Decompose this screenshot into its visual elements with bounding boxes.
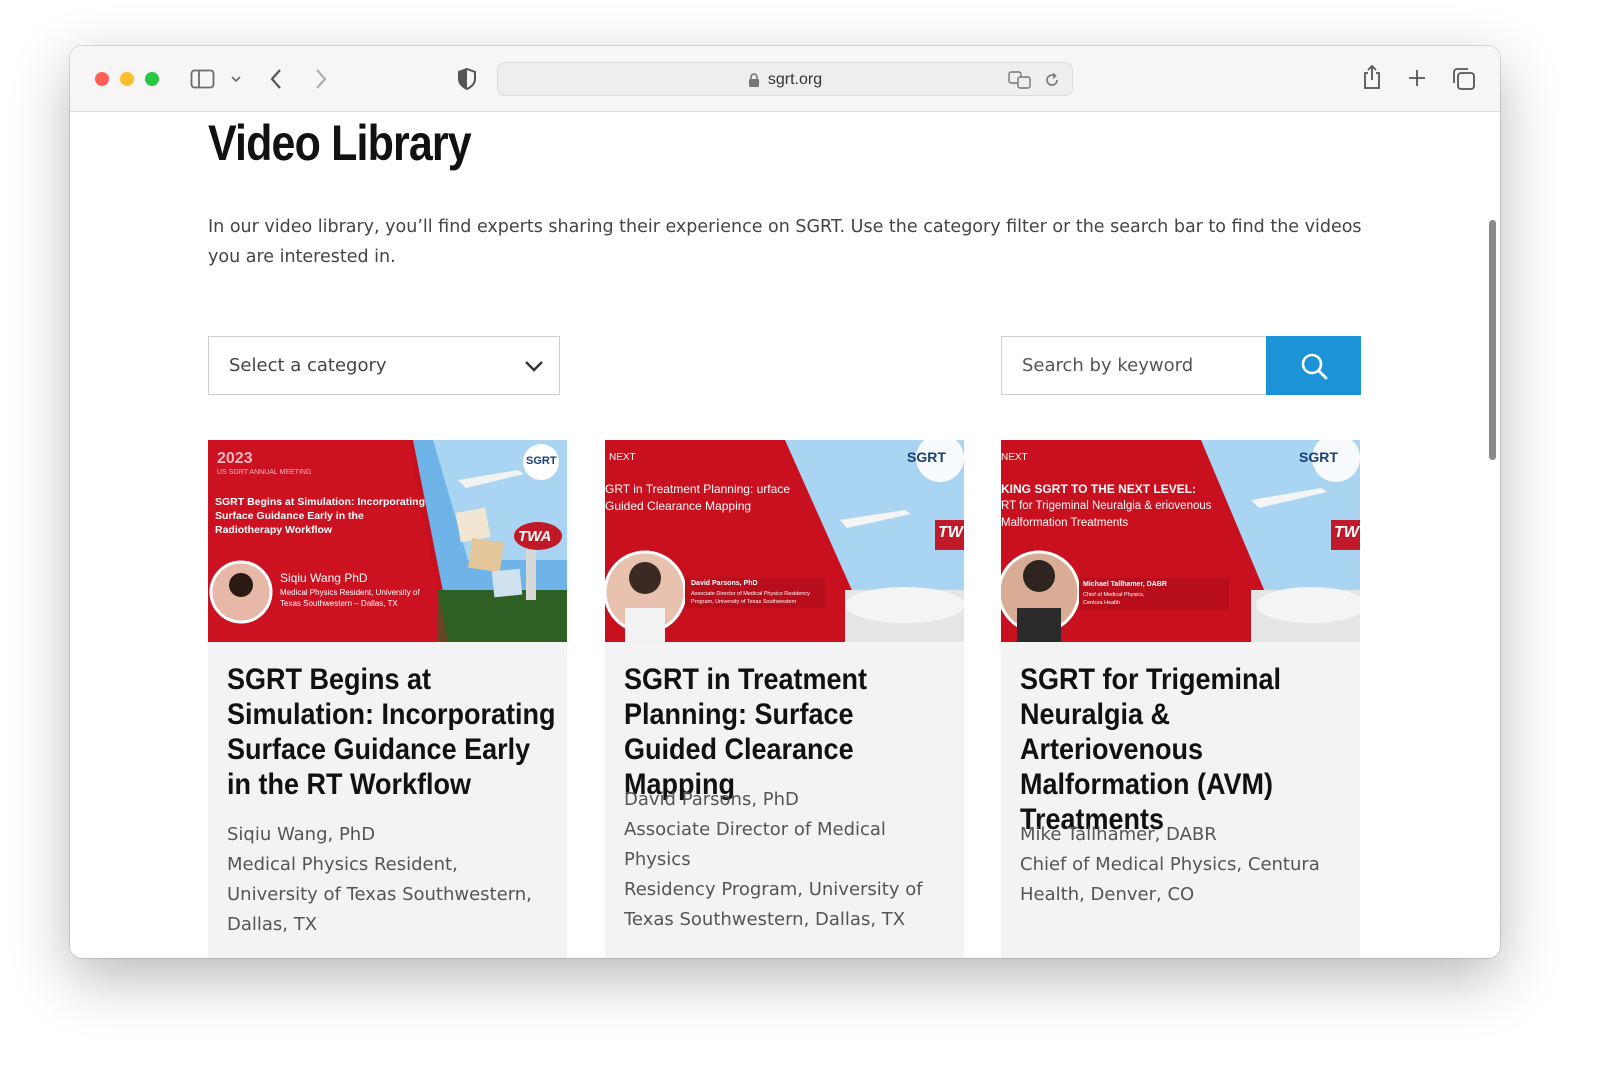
minimize-window-button[interactable] (120, 72, 134, 86)
sgrt-logo: SGRT (1299, 449, 1338, 465)
search-input[interactable] (1001, 336, 1267, 395)
speaker-role-line: Chief of Medical Physics, Centura (1020, 854, 1320, 875)
twa-sign: TW (1334, 524, 1359, 541)
close-window-button[interactable] (95, 72, 109, 86)
translate-icon[interactable] (1008, 71, 1032, 89)
tab-overview-icon[interactable] (1452, 67, 1476, 91)
twa-sign: TW (938, 524, 963, 541)
video-card[interactable]: 2023 US SGRT ANNUAL MEETING SGRT Begins … (208, 440, 567, 958)
thumbnail-speaker-role: Chief of Medical Physics, Centura Health (1083, 592, 1145, 606)
speaker-role-line: Health, Denver, CO (1020, 884, 1195, 905)
speaker-name: Siqiu Wang, PhD (227, 824, 376, 845)
speaker-name: David Parsons, PhD (624, 789, 799, 810)
video-title[interactable]: SGRT Begins at Simulation: Incorporating… (227, 662, 556, 802)
chevron-down-icon (525, 361, 543, 372)
reload-icon[interactable] (1044, 72, 1060, 88)
twa-sign: TWA (518, 528, 552, 545)
thumbnail-speaker: Michael Tallhamer, DABR (1083, 581, 1167, 588)
video-meta: Mike Tallhamer, DABR Chief of Medical Ph… (1020, 820, 1350, 910)
thumbnail-speaker: Siqiu Wang PhD (280, 571, 368, 585)
zoom-window-button[interactable] (145, 72, 159, 86)
page-content: Video Library In our video library, you’… (70, 112, 1500, 958)
thumbnail-speaker-role: Medical Physics Resident, University of … (280, 588, 420, 608)
video-card[interactable]: NEXT GRT in Treatment Planning: urface G… (605, 440, 964, 958)
category-select[interactable]: Select a category (208, 336, 560, 395)
privacy-shield-icon[interactable] (457, 67, 477, 91)
scrollbar-thumb[interactable] (1489, 220, 1496, 460)
speaker-role-line: Texas Southwestern, Dallas, TX (624, 909, 906, 930)
video-thumbnail[interactable]: NEXT KING SGRT TO THE NEXT LEVEL: RT for… (1001, 440, 1360, 642)
sgrt-logo: SGRT (526, 455, 557, 467)
video-title[interactable]: SGRT in Treatment Planning: Surface Guid… (624, 662, 953, 802)
thumbnail-subline: RT for Trigeminal Neuralgia & eriovenous… (1001, 500, 1212, 529)
video-meta: David Parsons, PhD Associate Director of… (624, 785, 954, 935)
back-arrow-icon[interactable] (268, 67, 284, 91)
intro-text: In our video library, you’ll find expert… (208, 217, 1362, 267)
thumbnail-tag: NEXT (609, 452, 636, 463)
new-tab-icon[interactable] (1407, 68, 1427, 88)
sgrt-logo: SGRT (907, 449, 946, 465)
address-bar[interactable]: sgrt.org (497, 62, 1073, 96)
thumbnail-year: 2023 (217, 450, 253, 467)
category-select-value: Select a category (229, 355, 387, 376)
forward-arrow-icon[interactable] (313, 67, 329, 91)
video-title[interactable]: SGRT for Trigeminal Neuralgia & Arteriov… (1020, 662, 1349, 837)
browser-toolbar: sgrt.org (70, 46, 1500, 112)
video-meta: Siqiu Wang, PhD Medical Physics Resident… (227, 820, 557, 940)
url-text: sgrt.org (767, 71, 823, 88)
video-thumbnail[interactable]: NEXT GRT in Treatment Planning: urface G… (605, 440, 964, 642)
video-thumbnail[interactable]: 2023 US SGRT ANNUAL MEETING SGRT Begins … (208, 440, 567, 642)
thumbnail-background (1001, 440, 1360, 642)
search-button[interactable] (1266, 336, 1361, 395)
thumbnail-event: US SGRT ANNUAL MEETING (217, 469, 312, 476)
browser-window: sgrt.org Video Library In our video libr… (70, 46, 1500, 958)
video-card[interactable]: NEXT KING SGRT TO THE NEXT LEVEL: RT for… (1001, 440, 1360, 958)
speaker-role-line: Associate Director of Medical Physics (624, 819, 886, 870)
page-title: Video Library (208, 115, 472, 171)
search-icon (1301, 353, 1328, 380)
chevron-down-icon[interactable] (230, 74, 242, 84)
thumbnail-speaker: David Parsons, PhD (691, 580, 758, 587)
thumbnail-speaker-role: Associate Director of Medical Physics Re… (691, 591, 810, 605)
speaker-name: Mike Tallhamer, DABR (1020, 824, 1217, 845)
thumbnail-headline: SGRT Begins at Simulation: Incorporating… (215, 496, 426, 536)
speaker-role-line: Medical Physics Resident, (227, 854, 458, 875)
share-icon[interactable] (1362, 64, 1382, 90)
thumbnail-tag: NEXT (1001, 452, 1028, 463)
speaker-role-line: Dallas, TX (227, 914, 318, 935)
speaker-role-line: University of Texas Southwestern, (227, 884, 532, 905)
thumbnail-headline: KING SGRT TO THE NEXT LEVEL: (1001, 482, 1197, 496)
thumbnail-headline: GRT in Treatment Planning: urface Guided… (605, 482, 790, 513)
speaker-role-line: Residency Program, University of (624, 879, 923, 900)
sidebar-icon[interactable] (190, 68, 216, 90)
thumbnail-background (605, 440, 964, 642)
